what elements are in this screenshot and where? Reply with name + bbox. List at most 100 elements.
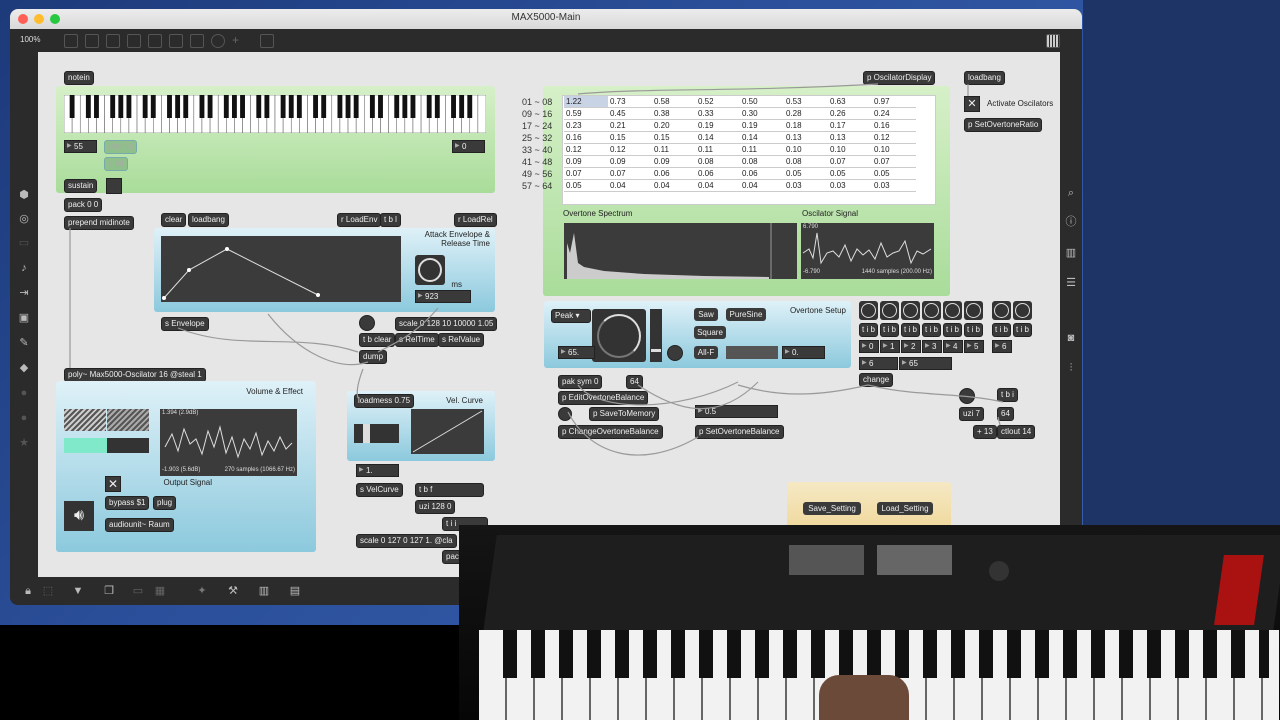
black-key[interactable] (280, 95, 286, 118)
tb-clear-object[interactable]: t b clear (359, 333, 396, 347)
envelope-function-graph[interactable] (161, 236, 401, 302)
new-object-icon[interactable] (64, 34, 78, 48)
table-cell[interactable]: 0.11 (740, 144, 784, 156)
target-icon[interactable]: ◎ (16, 213, 32, 225)
velocity-number-box[interactable]: 0 (452, 140, 485, 153)
camera-icon[interactable]: ◙ (1063, 332, 1079, 344)
release-number-box[interactable]: 923 (415, 290, 471, 303)
black-key[interactable] (240, 95, 245, 118)
harmonic-index-box[interactable]: 0 (859, 340, 879, 353)
table-cell[interactable]: 0.24 (872, 108, 916, 120)
table-cell[interactable]: 0.52 (696, 96, 740, 108)
button-icon[interactable] (148, 34, 162, 48)
black-key[interactable] (142, 95, 148, 118)
black-key[interactable] (264, 95, 270, 118)
black-key[interactable] (353, 95, 359, 118)
black-key[interactable] (394, 95, 400, 118)
plug-message[interactable]: plug (153, 496, 177, 510)
zoom-level-menu[interactable]: 100% (20, 35, 40, 44)
harmonic-index-box[interactable]: 6 (992, 340, 1012, 353)
table-cell[interactable]: 0.58 (652, 96, 696, 108)
dial-icon[interactable] (211, 34, 225, 48)
allf-button[interactable]: All-F (694, 346, 718, 359)
black-key[interactable] (223, 95, 229, 118)
velcurve-slider[interactable] (354, 424, 399, 443)
table-cell[interactable]: 0.63 (828, 96, 872, 108)
table-cell[interactable]: 0.10 (872, 144, 916, 156)
notein-object[interactable]: notein (64, 71, 94, 85)
s-envelope-object[interactable]: s Envelope (161, 317, 209, 331)
image-icon[interactable]: ▣ (16, 312, 32, 324)
table-cell[interactable]: 0.06 (740, 168, 784, 180)
black-key[interactable] (451, 95, 456, 118)
p-setovertoneratio-object[interactable]: p SetOvertoneRatio (964, 118, 1043, 132)
audiounit-object[interactable]: audiounit~ Raum (105, 518, 174, 532)
table-cell[interactable]: 0.15 (608, 132, 652, 144)
s-velcurve-object[interactable]: s VelCurve (356, 483, 403, 497)
windows-icon[interactable]: ❐ (101, 585, 117, 597)
grid-icon[interactable] (1046, 34, 1060, 48)
black-key[interactable] (207, 95, 213, 118)
clear-message[interactable]: clear (161, 213, 187, 227)
gain-slider[interactable] (64, 438, 149, 453)
grid-small-icon[interactable]: ▦ (152, 585, 168, 597)
puresine-button[interactable]: PureSine (726, 308, 766, 321)
info-circle-icon[interactable]: ● (16, 387, 32, 399)
harmonic-index-box[interactable]: 3 (922, 340, 942, 353)
table-cell[interactable]: 0.16 (872, 120, 916, 132)
tib-object[interactable]: t i b (859, 323, 878, 337)
tib-object[interactable]: t i b (922, 323, 941, 337)
table-cell[interactable]: 0.07 (872, 156, 916, 168)
table-cell[interactable]: 0.07 (564, 168, 608, 180)
overtone-num-left[interactable]: 65. (558, 346, 595, 359)
package-icon[interactable]: ◆ (16, 362, 32, 374)
table-cell[interactable]: 0.04 (652, 180, 696, 192)
piano-keyboard[interactable] (64, 95, 486, 133)
table-cell[interactable]: 0.04 (608, 180, 652, 192)
table-cell[interactable]: 0.08 (740, 156, 784, 168)
table-cell[interactable]: 0.08 (696, 156, 740, 168)
black-key[interactable] (231, 95, 237, 118)
s-reltime-object[interactable]: s RelTime (395, 333, 439, 347)
release-dial[interactable] (415, 255, 445, 285)
black-key[interactable] (337, 95, 343, 118)
p-oscilatordisplay-object[interactable]: p OscilatorDisplay (863, 71, 936, 85)
n6-number-box[interactable]: 6 (859, 357, 898, 370)
n64-object[interactable]: 64 (626, 375, 643, 389)
table-cell[interactable]: 0.12 (564, 144, 608, 156)
velcurve-graph[interactable] (411, 409, 484, 454)
black-key[interactable] (426, 95, 432, 118)
mixer-icon[interactable]: ⫶ (1063, 362, 1079, 374)
note-number-box[interactable]: 55 (64, 140, 97, 153)
black-key[interactable] (345, 95, 351, 118)
peak-menu[interactable]: Peak ▾ (551, 309, 591, 323)
table-cell[interactable]: 0.38 (652, 108, 696, 120)
tib-object[interactable]: t i b (880, 323, 899, 337)
gt64-object[interactable]: > 64 (104, 157, 128, 171)
table-cell[interactable]: 0.05 (872, 168, 916, 180)
sustain-toggle[interactable] (106, 178, 122, 194)
table-cell[interactable]: 0.11 (652, 144, 696, 156)
sequence-icon[interactable]: ⇥ (16, 287, 32, 299)
black-key[interactable] (183, 95, 189, 118)
table-cell[interactable]: 0.53 (784, 96, 828, 108)
table-cell[interactable]: 0.04 (740, 180, 784, 192)
table-cell[interactable]: 0.59 (564, 108, 608, 120)
table-cell[interactable]: 0.12 (872, 132, 916, 144)
table-cell[interactable]: 0.04 (696, 180, 740, 192)
message-icon[interactable] (85, 34, 99, 48)
info-icon[interactable]: ⓘ (1063, 216, 1079, 228)
ctlin-object[interactable]: ctlin 64 (104, 140, 138, 154)
save-setting-button[interactable]: Save_Setting (803, 502, 861, 515)
wrench-icon[interactable]: ⚒ (225, 585, 241, 597)
s-relvalue-object[interactable]: s RelValue (438, 333, 485, 347)
table-cell[interactable]: 0.06 (696, 168, 740, 180)
cube-icon[interactable]: ⬢ (16, 189, 32, 201)
table-cell[interactable]: 0.03 (872, 180, 916, 192)
harmonic-dial[interactable] (1013, 301, 1032, 320)
columns-icon[interactable]: ▥ (1063, 247, 1079, 259)
title-bar[interactable]: MAX5000-Main (10, 9, 1082, 29)
table-cell[interactable]: 0.09 (652, 156, 696, 168)
speaker-icon[interactable]: 🔊︎ (64, 501, 94, 531)
table-cell[interactable]: 0.20 (652, 120, 696, 132)
